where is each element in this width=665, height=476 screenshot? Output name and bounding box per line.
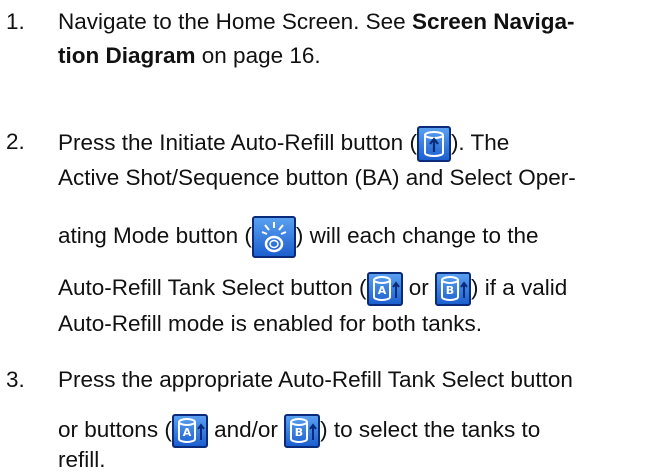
step-2-line-4: Auto-Refill Tank Select button ( A or B … — [58, 272, 567, 307]
step-3-line-3: refill. — [58, 447, 106, 472]
svg-text:A: A — [183, 426, 192, 439]
svg-text:A: A — [377, 284, 386, 297]
step-1-line-1: Navigate to the Home Screen. See Screen … — [58, 9, 575, 34]
svg-text:B: B — [295, 426, 303, 439]
tank-a-select-icon: A — [171, 414, 208, 449]
step-2-line-1: Press the Initiate Auto-Refill button ( … — [58, 126, 509, 162]
step-3-line-2: or buttons ( A and/or B ) to select the … — [58, 414, 540, 449]
select-operating-mode-icon — [251, 216, 296, 258]
step-3-line-1: Press the appropriate Auto-Refill Tank S… — [58, 367, 573, 392]
step-1-line-2: tion Diagram on page 16. — [58, 43, 321, 68]
screen-navigation-diagram-link[interactable]: Screen Naviga- — [412, 9, 575, 34]
step-number: 1. — [6, 9, 25, 34]
tank-b-select-icon: B — [284, 414, 321, 449]
step-2-line-5: Auto-Refill mode is enabled for both tan… — [58, 311, 482, 336]
svg-text:B: B — [446, 284, 454, 297]
step-number: 2. — [6, 129, 25, 154]
instruction-page: 1. Navigate to the Home Screen. See Scre… — [0, 0, 665, 474]
screen-navigation-diagram-link-cont[interactable]: tion Diagram — [58, 43, 196, 68]
initiate-auto-refill-icon — [416, 126, 451, 162]
step-2-line-3: ating Mode button ( ) will each change t… — [58, 216, 539, 258]
tank-a-select-icon: A — [366, 272, 403, 307]
step-2-line-2: Active Shot/Sequence button (BA) and Sel… — [58, 165, 576, 190]
step-number: 3. — [6, 367, 25, 392]
tank-b-select-icon: B — [435, 272, 472, 307]
